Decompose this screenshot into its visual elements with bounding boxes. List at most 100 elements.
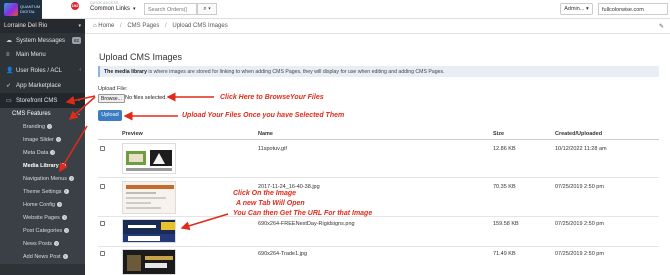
chevron-down-icon: ▾: [78, 23, 81, 29]
thumbnail-spot-uv-image: [123, 144, 175, 173]
rocket-icon: ➶: [6, 83, 12, 89]
sidebar-item-website-pages[interactable]: Website Pages?: [0, 212, 85, 225]
monitor-icon: ▭: [6, 98, 12, 104]
thumbnail-rigid-signs-image: [123, 220, 175, 242]
search-button[interactable]: ⌕ ▾: [197, 3, 217, 15]
sidebar-item-app-marketplace[interactable]: ➶ App Marketplace: [0, 78, 85, 93]
image-thumbnail[interactable]: [122, 249, 176, 275]
info-alert: The media library is where images are st…: [98, 66, 659, 77]
file-date: 07/25/2019 2:50 pm: [555, 221, 604, 227]
row-checkbox[interactable]: [100, 251, 105, 256]
logo-text: QUANTUM DIGITAL: [20, 4, 41, 14]
help-icon: ?: [64, 228, 70, 234]
column-header-preview[interactable]: Preview: [122, 131, 143, 137]
column-header-created[interactable]: Created/Uploaded: [555, 131, 602, 137]
sidebar-item-user-roles[interactable]: 👤 User Roles / ACL ‹: [0, 63, 85, 78]
table-header: Preview Name Size Created/Uploaded: [98, 130, 659, 140]
sidebar-item-media-library[interactable]: Media Library?: [0, 160, 85, 173]
top-bar: QUANTUM DIGITAL 192 QUICK ACCESS Common …: [0, 0, 670, 19]
notification-badge[interactable]: 192: [71, 2, 79, 10]
annotation-browse: Click Here to BrowseYour Files: [220, 94, 324, 101]
sidebar-item-navigation-menus[interactable]: Navigation Menus?: [0, 173, 85, 186]
sidebar-item-label: User Roles / ACL: [16, 68, 63, 74]
help-icon: ?: [61, 215, 67, 221]
browse-button[interactable]: Browse...: [98, 94, 125, 103]
help-icon: ?: [69, 176, 75, 182]
info-bold-text[interactable]: The media library: [104, 69, 147, 75]
file-status-text: No files selected.: [125, 95, 167, 101]
upload-button[interactable]: Upload: [98, 110, 122, 121]
image-thumbnail[interactable]: [122, 219, 176, 243]
sidebar-item-cms-features[interactable]: CMS Features ⌄: [0, 108, 85, 121]
admin-menu-button[interactable]: Admin... ▾: [560, 3, 593, 15]
row-checkbox[interactable]: [100, 221, 105, 226]
sidebar-item-theme-settings[interactable]: Theme Settings?: [0, 186, 85, 199]
annotation-upload: Upload Your Files Once you have Selected…: [182, 112, 345, 119]
chevron-down-icon: ⌄: [76, 111, 81, 117]
cms-submenu: CMS Features ⌄ Branding? Image Slider? Me…: [0, 108, 85, 264]
sidebar-item-label: Theme Settings: [23, 189, 62, 195]
search-icon: ⌕: [203, 6, 207, 12]
media-table: Preview Name Size Created/Uploaded 11spo…: [98, 130, 659, 275]
order-search-input[interactable]: Search Orders(): [144, 3, 197, 15]
chevron-down-icon: ▾: [208, 6, 211, 12]
help-icon: ?: [63, 189, 69, 195]
breadcrumb-cms-pages[interactable]: CMS Pages: [127, 23, 159, 29]
breadcrumb-home[interactable]: Home: [98, 23, 114, 29]
site-field[interactable]: fullcolorwise.com: [598, 3, 668, 15]
sidebar-item-system-messages[interactable]: ☁ System Messages 82: [0, 33, 85, 48]
sidebar-item-main-menu[interactable]: ≡ Main Menu: [0, 48, 85, 63]
sidebar-item-add-news-post[interactable]: Add News Post?: [0, 251, 85, 264]
file-size: 159.58 KB: [493, 221, 519, 227]
common-links-select[interactable]: Common Links ▾: [90, 6, 136, 12]
file-date: 07/25/2019 2:50 pm: [555, 184, 604, 190]
sidebar-item-label: Navigation Menus: [23, 176, 68, 182]
file-size: 12.86 KB: [493, 146, 516, 152]
sidebar-item-label: App Marketplace: [16, 83, 62, 89]
menu-icon: ≡: [6, 52, 10, 58]
sidebar-item-label: Media Library: [23, 163, 59, 169]
table-row: 690x264-Trade1.jpg 71.49 KB 07/25/2019 2…: [98, 247, 659, 275]
sidebar-item-meta-data[interactable]: Meta Data?: [0, 147, 85, 160]
upload-file-label: Upload File:: [98, 86, 128, 92]
logo[interactable]: QUANTUM DIGITAL: [0, 0, 42, 19]
home-icon: ⌂: [93, 23, 97, 29]
sidebar-item-label: Image Slider: [23, 137, 54, 143]
image-thumbnail[interactable]: [122, 181, 176, 214]
row-checkbox[interactable]: [100, 184, 105, 189]
sidebar-item-label: Storefront CMS: [16, 98, 58, 104]
annotation-image-2: A new Tab Will Open: [236, 200, 305, 207]
file-name[interactable]: 690x264-FREENextDay-Rigidsigns.png: [258, 221, 355, 227]
breadcrumb-current: Upload CMS Images: [172, 23, 228, 29]
user-menu[interactable]: Lorraine Del Rio ▾: [0, 19, 85, 33]
sidebar-item-label: CMS Features: [12, 111, 51, 117]
quick-access-label: QUICK ACCESS: [90, 1, 119, 5]
help-icon: ?: [62, 254, 68, 260]
sidebar-item-branding[interactable]: Branding?: [0, 121, 85, 134]
sidebar-item-news-posts[interactable]: News Posts?: [0, 238, 85, 251]
file-date: 10/12/2022 11:28 am: [555, 146, 607, 152]
breadcrumb-separator: /: [165, 23, 167, 29]
column-header-size[interactable]: Size: [493, 131, 504, 137]
row-checkbox[interactable]: [100, 146, 105, 151]
common-links-value: Common Links: [90, 6, 131, 12]
logo-mark-icon: [4, 3, 18, 16]
sidebar-item-image-slider[interactable]: Image Slider?: [0, 134, 85, 147]
file-size: 70.35 KB: [493, 184, 516, 190]
users-icon: 👤: [6, 68, 14, 74]
sidebar-item-home-config[interactable]: Home Config?: [0, 199, 85, 212]
table-row: 690x264-FREENextDay-Rigidsigns.png 159.5…: [98, 217, 659, 247]
file-name[interactable]: 11spotuv.gif: [258, 146, 287, 152]
sidebar-item-label: Branding: [23, 124, 46, 130]
help-icon: ?: [50, 150, 56, 156]
sidebar-item-post-categories[interactable]: Post Categories?: [0, 225, 85, 238]
column-header-name[interactable]: Name: [258, 131, 273, 137]
annotation-image-1: Click On the Image: [233, 190, 297, 197]
breadcrumb-separator: /: [119, 23, 122, 29]
sidebar-item-storefront-cms[interactable]: ▭ Storefront CMS ⌄: [0, 93, 85, 108]
file-name[interactable]: 690x264-Trade1.jpg: [258, 251, 307, 257]
annotation-image-3: You Can then Get The URL For that Image: [233, 210, 373, 217]
sidebar: Lorraine Del Rio ▾ ☁ System Messages 82 ≡ Ma…: [0, 19, 85, 275]
image-thumbnail[interactable]: [122, 143, 176, 174]
edit-icon[interactable]: ✎: [659, 23, 664, 30]
